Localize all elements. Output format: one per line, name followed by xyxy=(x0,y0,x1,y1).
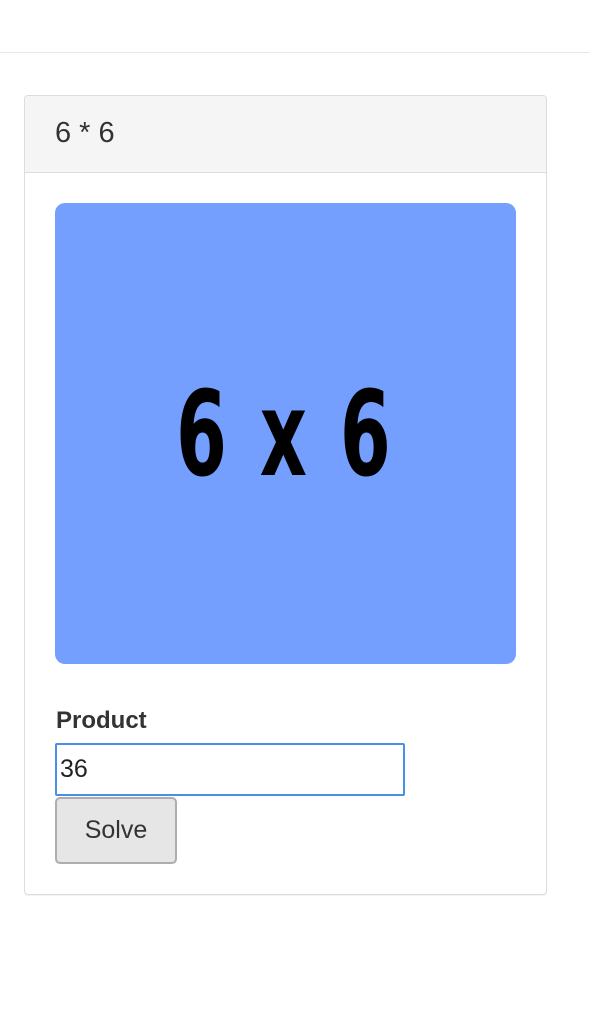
problem-title: 6 * 6 xyxy=(55,117,115,149)
problem-panel: 6 * 6 6 x 6 Product Solve xyxy=(24,95,547,895)
top-divider xyxy=(0,52,590,53)
panel-heading: 6 * 6 xyxy=(25,96,546,173)
problem-image: 6 x 6 xyxy=(55,203,516,664)
product-input[interactable] xyxy=(55,743,405,796)
product-label: Product xyxy=(56,707,147,734)
problem-image-text: 6 x 6 xyxy=(176,364,395,503)
solve-button[interactable]: Solve xyxy=(55,797,177,864)
